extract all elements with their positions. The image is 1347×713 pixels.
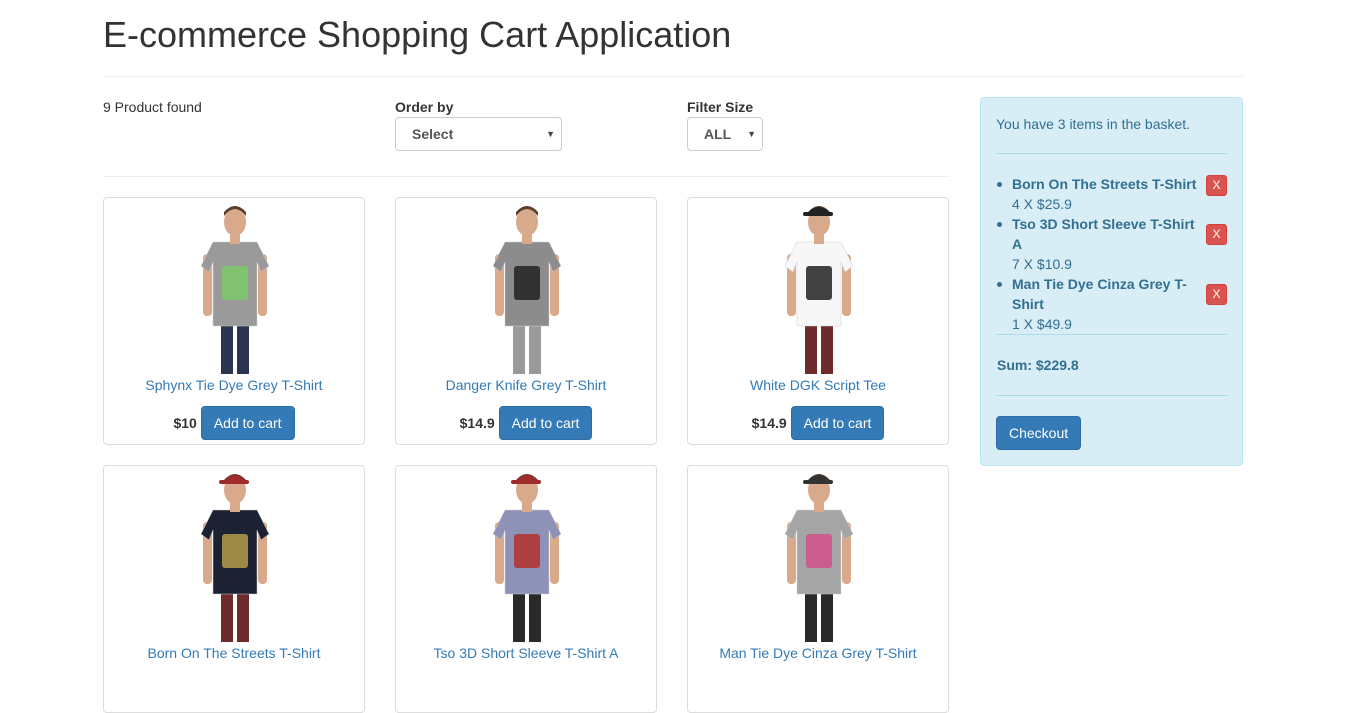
model-leg xyxy=(805,588,817,642)
add-to-cart-button[interactable]: Add to cart xyxy=(498,406,593,440)
model-leg xyxy=(805,320,817,374)
cart-item-quantity: 4 X $25.9 xyxy=(1012,196,1072,212)
page-title: E-commerce Shopping Cart Application xyxy=(103,14,732,55)
cart-panel: You have 3 items in the basket. Born On … xyxy=(980,97,1243,466)
shirt-print xyxy=(514,266,540,300)
cap-brim xyxy=(511,480,541,484)
cart-item: Tso 3D Short Sleeve T-Shirt A 7 X $10.9 … xyxy=(996,214,1227,274)
product-buy-row: $14.9 Add to cart xyxy=(688,406,948,440)
order-by-label: Order by xyxy=(395,99,454,115)
cart-divider xyxy=(996,334,1227,335)
product-card: Danger Knife Grey T-Shirt $14.9 Add to c… xyxy=(395,197,657,445)
product-card: Sphynx Tie Dye Grey T-Shirt $10 Add to c… xyxy=(103,197,365,445)
product-image[interactable] xyxy=(477,470,577,642)
product-card: Man Tie Dye Cinza Grey T-Shirt xyxy=(687,465,949,713)
add-to-cart-button[interactable]: Add to cart xyxy=(790,406,885,440)
chevron-down-icon: ▼ xyxy=(747,129,756,139)
cart-item-name: Born On The Streets T-Shirt xyxy=(1012,176,1197,192)
cap-brim xyxy=(219,480,249,484)
product-price: $10 xyxy=(173,415,197,431)
cart-sum: Sum: $229.8 xyxy=(997,357,1079,373)
remove-item-button[interactable]: X xyxy=(1206,175,1227,196)
product-price: $14.9 xyxy=(751,415,787,431)
product-buy-row: $10 Add to cart xyxy=(104,406,364,440)
product-card: Tso 3D Short Sleeve T-Shirt A xyxy=(395,465,657,713)
product-price: $14.9 xyxy=(459,415,495,431)
product-name[interactable]: Sphynx Tie Dye Grey T-Shirt xyxy=(104,377,364,393)
checkout-button[interactable]: Checkout xyxy=(996,416,1082,450)
product-image[interactable] xyxy=(769,470,869,642)
title-divider xyxy=(103,76,1243,77)
model-leg xyxy=(221,320,233,374)
remove-item-button[interactable]: X xyxy=(1206,224,1227,245)
product-card: Born On The Streets T-Shirt xyxy=(103,465,365,713)
order-by-value: Select xyxy=(412,126,454,142)
model-leg xyxy=(513,588,525,642)
cart-item: Man Tie Dye Cinza Grey T-Shirt 1 X $49.9… xyxy=(996,274,1227,334)
cart-item-quantity: 7 X $10.9 xyxy=(1012,256,1072,272)
cap-brim xyxy=(803,480,833,484)
cart-item-name: Tso 3D Short Sleeve T-Shirt A xyxy=(1012,216,1195,252)
product-name[interactable]: Danger Knife Grey T-Shirt xyxy=(396,377,656,393)
cart-item-name: Man Tie Dye Cinza Grey T-Shirt xyxy=(1012,276,1187,312)
shirt-print xyxy=(222,266,248,300)
model-leg xyxy=(513,320,525,374)
product-name[interactable]: Tso 3D Short Sleeve T-Shirt A xyxy=(396,645,656,661)
model-leg xyxy=(237,588,249,642)
cart-item-quantity: 1 X $49.9 xyxy=(1012,316,1072,332)
cart-items-list: Born On The Streets T-Shirt 4 X $25.9 X … xyxy=(996,174,1227,334)
shirt-print xyxy=(806,266,832,300)
chevron-down-icon: ▼ xyxy=(546,129,555,139)
cap-brim xyxy=(803,212,833,216)
cart-item: Born On The Streets T-Shirt 4 X $25.9 X xyxy=(996,174,1227,214)
model-leg xyxy=(221,588,233,642)
product-card: White DGK Script Tee $14.9 Add to cart xyxy=(687,197,949,445)
model-leg xyxy=(821,320,833,374)
product-count: 9 Product found xyxy=(103,99,202,115)
product-image[interactable] xyxy=(477,202,577,374)
filter-divider xyxy=(103,176,950,177)
filter-size-select[interactable]: ALL ▼ xyxy=(687,117,763,151)
filter-size-label: Filter Size xyxy=(687,99,754,115)
product-buy-row: $14.9 Add to cart xyxy=(396,406,656,440)
model-leg xyxy=(529,588,541,642)
shirt-print xyxy=(222,534,248,568)
product-image[interactable] xyxy=(185,470,285,642)
cart-divider xyxy=(996,153,1227,154)
product-image[interactable] xyxy=(185,202,285,374)
cart-summary-text: You have 3 items in the basket. xyxy=(996,116,1191,132)
remove-item-button[interactable]: X xyxy=(1206,284,1227,305)
shirt-print xyxy=(514,534,540,568)
filter-size-value: ALL xyxy=(704,126,732,142)
cart-divider xyxy=(996,395,1227,396)
model-leg xyxy=(821,588,833,642)
model-leg xyxy=(237,320,249,374)
order-by-select[interactable]: Select ▼ xyxy=(395,117,562,151)
product-name[interactable]: Man Tie Dye Cinza Grey T-Shirt xyxy=(688,645,948,661)
product-image[interactable] xyxy=(769,202,869,374)
shirt-print xyxy=(806,534,832,568)
add-to-cart-button[interactable]: Add to cart xyxy=(200,406,295,440)
product-name[interactable]: Born On The Streets T-Shirt xyxy=(104,645,364,661)
product-name[interactable]: White DGK Script Tee xyxy=(688,377,948,393)
model-leg xyxy=(529,320,541,374)
